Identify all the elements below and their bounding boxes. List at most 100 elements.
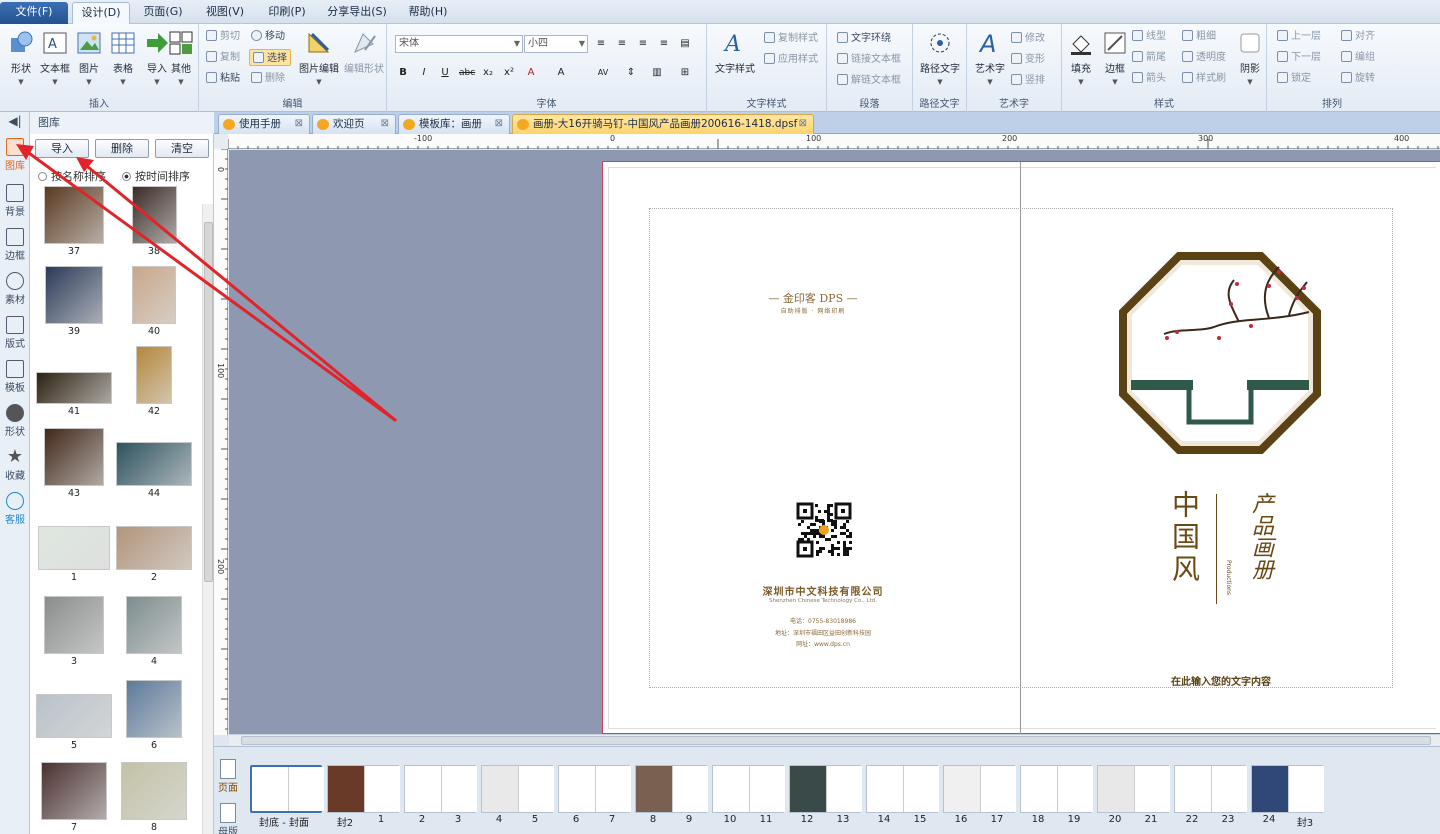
gallery-item[interactable]: 1 xyxy=(34,526,114,583)
superscript-button[interactable]: x² xyxy=(501,64,517,80)
font-color-button[interactable]: A xyxy=(523,64,539,80)
gallery-item[interactable]: 43 xyxy=(34,428,114,499)
gallery-item[interactable]: 41 xyxy=(34,372,114,417)
align-left-icon[interactable]: ≡ xyxy=(593,35,609,51)
scrollbar-thumb[interactable] xyxy=(241,736,1431,745)
path-text-button[interactable]: 路径文字 ▼ xyxy=(917,28,963,94)
gallery-item[interactable]: 39 xyxy=(34,266,114,337)
text-wrap-button[interactable]: 文字环绕 xyxy=(837,30,891,47)
textbox-button[interactable]: A 文本框 ▼ xyxy=(37,28,73,94)
move-button[interactable]: 移动 xyxy=(251,28,285,45)
format-brush-button[interactable]: 样式刷 xyxy=(1182,70,1226,87)
page-thumbnail[interactable] xyxy=(1251,765,1324,813)
distribute-icon[interactable]: ▤ xyxy=(677,35,693,51)
sidebar-item-template[interactable]: 模板 xyxy=(0,360,30,394)
delete-button[interactable]: 删除 xyxy=(251,70,285,87)
link-textbox-button[interactable]: 链接文本框 xyxy=(837,51,901,68)
bring-forward-button[interactable]: 上一层 xyxy=(1277,28,1321,45)
align-justify-icon[interactable]: ≡ xyxy=(656,35,672,51)
line-type-button[interactable]: 线型 xyxy=(1132,28,1166,45)
page-thumbnail[interactable] xyxy=(1174,765,1247,813)
art-text-button[interactable]: A 艺术字 ▼ xyxy=(970,28,1010,94)
gallery-item[interactable]: 5 xyxy=(34,694,114,751)
page-thumbnail[interactable] xyxy=(327,765,400,813)
subscript-button[interactable]: x₂ xyxy=(480,64,496,80)
page-thumbnail[interactable] xyxy=(712,765,785,813)
art-transform-button[interactable]: 变形 xyxy=(1011,51,1045,68)
menu-print[interactable]: 印刷(P) xyxy=(260,2,314,24)
cover-text-placeholder[interactable]: 在此输入您的文字内容 xyxy=(1121,673,1321,688)
fill-button[interactable]: 填充 ▼ xyxy=(1064,28,1098,94)
align-right-icon[interactable]: ≡ xyxy=(635,35,651,51)
art-modify-button[interactable]: 修改 xyxy=(1011,30,1045,47)
rotate-button[interactable]: 旋转 xyxy=(1341,70,1375,87)
send-backward-button[interactable]: 下一层 xyxy=(1277,49,1321,66)
scrollbar-thumb[interactable] xyxy=(204,222,213,582)
menu-file[interactable]: 文件(F) xyxy=(0,2,68,24)
copy-style-button[interactable]: 复制样式 xyxy=(764,30,818,47)
bold-button[interactable]: B xyxy=(395,64,411,80)
page-thumbnail[interactable] xyxy=(404,765,477,813)
strikethrough-button[interactable]: abc xyxy=(458,64,475,80)
border-button[interactable]: 边框 ▼ xyxy=(1098,28,1132,94)
font-size-adjust-button[interactable]: A xyxy=(553,64,569,80)
collapse-panel-button[interactable]: ◀| xyxy=(0,114,30,128)
gallery-item[interactable]: 44 xyxy=(114,442,194,499)
shadow-button[interactable]: 阴影 ▼ xyxy=(1236,28,1264,94)
sidebar-item-border[interactable]: 边框 xyxy=(0,228,30,262)
close-icon[interactable]: ⊠ xyxy=(295,115,303,133)
cut-button[interactable]: 剪切 xyxy=(206,28,240,45)
sidebar-item-gallery[interactable]: 图库 xyxy=(0,138,30,172)
sort-by-time-radio[interactable]: 按时间排序 xyxy=(122,168,190,184)
menu-help[interactable]: 帮助(H) xyxy=(400,2,456,24)
gallery-item[interactable]: 37 xyxy=(34,186,114,257)
gallery-item[interactable]: 3 xyxy=(34,596,114,667)
page-thumbnail[interactable] xyxy=(943,765,1016,813)
page-thumbnail[interactable] xyxy=(1020,765,1093,813)
text-style-button[interactable]: A 文字样式 xyxy=(712,28,758,94)
tab-template-library[interactable]: 模板库：画册 ⊠ xyxy=(398,114,510,134)
page-thumbnail[interactable] xyxy=(250,765,324,813)
gallery-item[interactable]: 42 xyxy=(114,346,194,417)
italic-button[interactable]: I xyxy=(416,64,432,80)
line-spacing-icon[interactable]: ⇕ xyxy=(623,64,639,80)
char-spacing-icon[interactable]: AV xyxy=(595,64,611,80)
sidebar-item-favorites[interactable]: ★ 收藏 xyxy=(0,448,30,483)
brochure-spread[interactable]: — 金印客 DPS — 自助排版 · 网络印刷 深圳市中文科技有限公司 Shen… xyxy=(602,161,1440,734)
paste-button[interactable]: 粘贴 xyxy=(206,70,240,87)
gallery-item[interactable]: 40 xyxy=(114,266,194,337)
gallery-item[interactable]: 8 xyxy=(114,762,194,833)
unlink-textbox-button[interactable]: 解链文本框 xyxy=(837,72,901,89)
lock-button[interactable]: 锁定 xyxy=(1277,70,1311,87)
tab-current-document[interactable]: 画册-大16开骑马钉-中国风产品画册200616-1418.dpsf ⊠ xyxy=(512,114,814,134)
end-cap-button[interactable]: 箭尾 xyxy=(1132,49,1166,66)
sort-by-name-radio[interactable]: 按名称排序 xyxy=(38,168,106,184)
image-edit-button[interactable]: 图片编辑 ▼ xyxy=(297,28,341,94)
close-icon[interactable]: ⊠ xyxy=(381,115,389,133)
gallery-item[interactable]: 4 xyxy=(114,596,194,667)
page-thumbnail[interactable] xyxy=(558,765,631,813)
gallery-item[interactable]: 6 xyxy=(114,680,194,751)
arrow-button[interactable]: 箭头 xyxy=(1132,70,1166,87)
gallery-item[interactable]: 2 xyxy=(114,526,194,583)
thickness-button[interactable]: 粗细 xyxy=(1182,28,1216,45)
page-thumbnail[interactable] xyxy=(789,765,862,813)
menu-view[interactable]: 视图(V) xyxy=(198,2,252,24)
align-button[interactable]: 对齐 xyxy=(1341,28,1375,45)
sidebar-item-shape[interactable]: 形状 xyxy=(0,404,30,438)
shape-button[interactable]: 形状 ▼ xyxy=(3,28,39,94)
design-canvas[interactable]: — 金印客 DPS — 自助排版 · 网络印刷 深圳市中文科技有限公司 Shen… xyxy=(229,150,1440,734)
art-vertical-button[interactable]: 竖排 xyxy=(1011,72,1045,89)
table-button[interactable]: 表格 ▼ xyxy=(105,28,141,94)
canvas-horizontal-scrollbar[interactable] xyxy=(229,734,1440,746)
pages-view-button[interactable]: 页面 xyxy=(216,759,240,794)
master-view-button[interactable]: 母版 xyxy=(216,803,240,834)
image-button[interactable]: 图片 ▼ xyxy=(71,28,107,94)
indent-icon[interactable]: ⊞ xyxy=(677,64,693,80)
menu-design[interactable]: 设计(D) xyxy=(72,2,130,24)
gallery-scrollbar[interactable] xyxy=(202,204,213,834)
delete-gallery-button[interactable]: 删除 xyxy=(95,139,149,158)
clear-gallery-button[interactable]: 清空 xyxy=(155,139,209,158)
page-thumbnail[interactable] xyxy=(635,765,708,813)
tab-manual[interactable]: 使用手册 ⊠ xyxy=(218,114,310,134)
